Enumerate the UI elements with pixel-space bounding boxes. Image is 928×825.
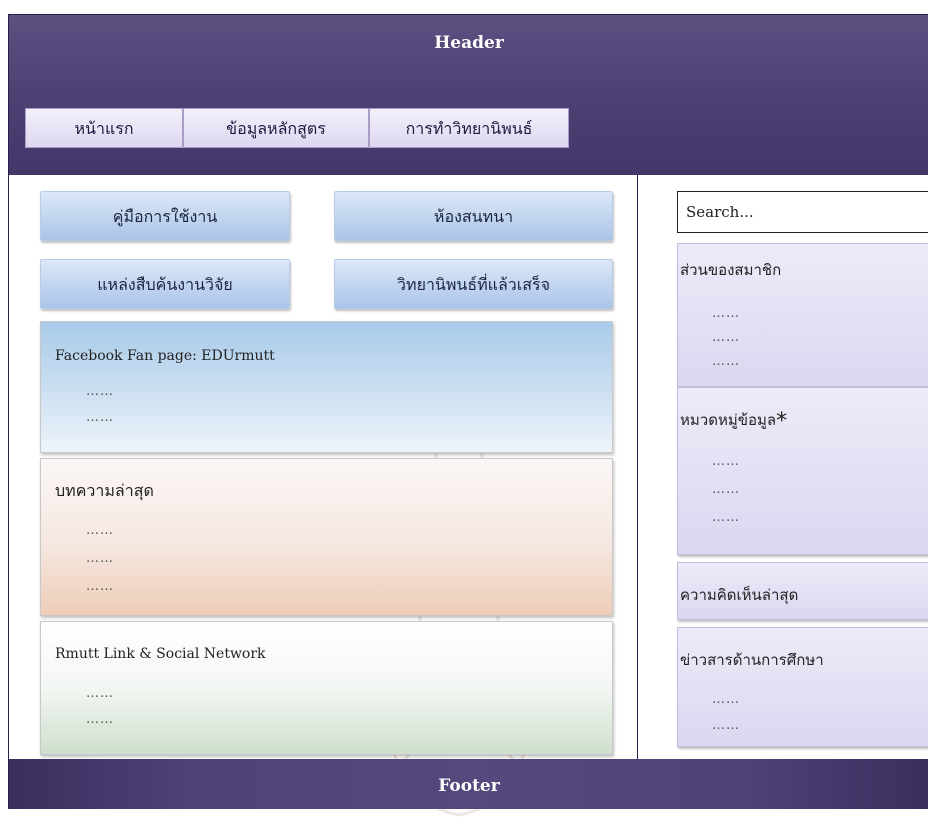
rmutt-links-panel: Rmutt Link & Social Network …… ……	[40, 621, 613, 755]
categories-panel: หมวดหมู่ข้อมูล* …… …… ……	[677, 387, 928, 555]
required-asterisk: *	[776, 409, 788, 434]
categories-title: หมวดหมู่ข้อมูล*	[680, 409, 788, 434]
main-nav: หน้าแรก ข้อมูลหลักสูตร การทำวิทยานิพนธ์	[25, 108, 569, 148]
header: Header หน้าแรก ข้อมูลหลักสูตร การทำวิทยา…	[9, 15, 928, 175]
latest-articles-title: บทความล่าสุด	[55, 481, 154, 500]
placeholder-line: ……	[712, 718, 740, 733]
manual-button[interactable]: คู่มือการใช้งาน	[40, 191, 290, 241]
completed-theses-button[interactable]: วิทยานิพนธ์ที่แล้วเสร็จ	[334, 259, 613, 309]
right-sidebar: ส่วนของสมาชิก …… …… …… หมวดหมู่ข้อมูล* ……	[638, 175, 928, 759]
placeholder-line: ……	[86, 551, 114, 566]
latest-articles-panel: บทความล่าสุด …… …… ……	[40, 458, 613, 616]
placeholder-line: ……	[712, 354, 740, 369]
footer-title: Footer	[438, 776, 500, 796]
left-column: คู่มือการใช้งาน ห้องสนทนา แหล่งสืบค้นงาน…	[9, 175, 638, 817]
placeholder-line: ……	[712, 330, 740, 345]
rmutt-links-title[interactable]: Rmutt Link & Social Network	[55, 646, 266, 662]
placeholder-line: ……	[86, 410, 114, 425]
latest-comments-panel: ความคิดเห็นล่าสุด	[677, 562, 928, 620]
placeholder-line: ……	[712, 454, 740, 469]
placeholder-line: ……	[712, 510, 740, 525]
placeholder-line: ……	[712, 482, 740, 497]
research-sources-button[interactable]: แหล่งสืบค้นงานวิจัย	[40, 259, 290, 309]
nav-tab-thesis[interactable]: การทำวิทยานิพนธ์	[369, 108, 569, 148]
footer: Footer	[9, 759, 928, 809]
placeholder-line: ……	[86, 523, 114, 538]
facebook-panel-title[interactable]: Facebook Fan page: EDUrmutt	[55, 348, 275, 364]
header-title: Header	[434, 33, 504, 53]
search-input[interactable]	[677, 191, 928, 233]
members-title: ส่วนของสมาชิก	[680, 261, 782, 279]
nav-tab-curriculum[interactable]: ข้อมูลหลักสูตร	[183, 108, 369, 148]
placeholder-line: ……	[86, 384, 114, 399]
nav-tab-home[interactable]: หน้าแรก	[25, 108, 183, 148]
placeholder-line: ……	[712, 692, 740, 707]
members-panel: ส่วนของสมาชิก …… …… ……	[677, 243, 928, 387]
education-news-panel: ข่าวสารด้านการศึกษา …… ……	[677, 627, 928, 747]
placeholder-line: ……	[86, 712, 114, 727]
placeholder-line: ……	[86, 686, 114, 701]
page-layout: Header หน้าแรก ข้อมูลหลักสูตร การทำวิทยา…	[8, 14, 928, 817]
chat-room-button[interactable]: ห้องสนทนา	[334, 191, 613, 241]
facebook-fanpage-panel: Facebook Fan page: EDUrmutt …… ……	[40, 321, 613, 453]
latest-comments-title: ความคิดเห็นล่าสุด	[680, 586, 799, 604]
education-news-title: ข่าวสารด้านการศึกษา	[680, 651, 824, 669]
placeholder-line: ……	[86, 579, 114, 594]
placeholder-line: ……	[712, 306, 740, 321]
